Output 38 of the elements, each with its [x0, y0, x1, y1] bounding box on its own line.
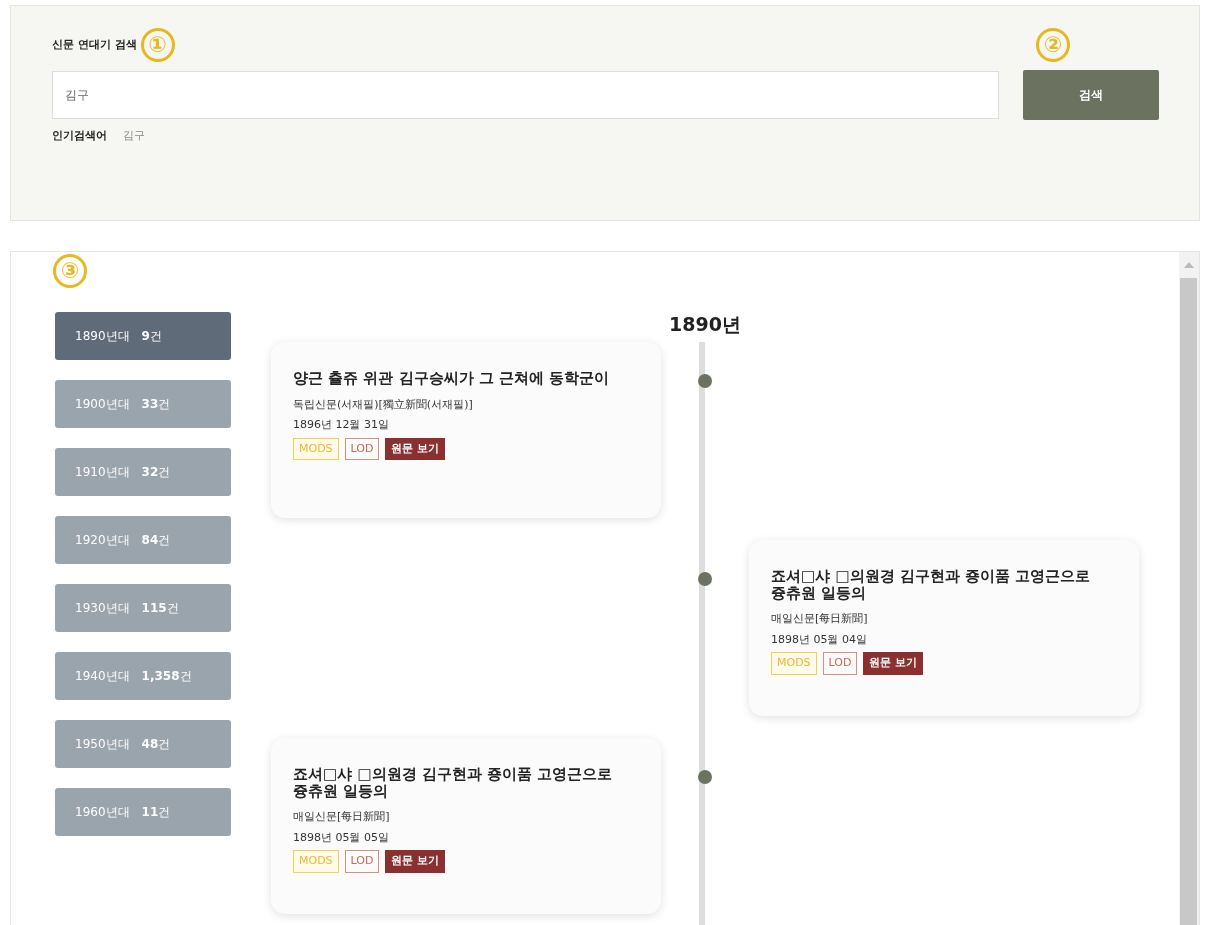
callout-number: ② — [1036, 28, 1070, 62]
article-title[interactable]: 죠셔□샤 □의원경 김구현과 죵이품 고영근으로 즁츄원 일등의 — [771, 568, 1117, 601]
decade-tab[interactable]: 1890년대 9건 — [55, 312, 231, 360]
decade-tab[interactable]: 1960년대 11건 — [55, 788, 231, 836]
timeline-dot — [698, 572, 712, 586]
article-title[interactable]: 죠셔□샤 □의원경 김구현과 죵이품 고영근으로 즁츄원 일등의 — [293, 766, 639, 799]
timeline-dot — [698, 374, 712, 388]
view-original-button[interactable]: 원문 보기 — [385, 437, 446, 460]
scrollbar-thumb[interactable] — [1180, 278, 1197, 925]
decade-tab[interactable]: 1910년대 32건 — [55, 448, 231, 496]
scroll-up-icon[interactable] — [1184, 262, 1194, 268]
search-button[interactable]: 검색 — [1023, 70, 1159, 120]
decade-tab[interactable]: 1930년대 115건 — [55, 584, 231, 632]
decade-tab[interactable]: 1920년대 84건 — [55, 516, 231, 564]
view-original-button[interactable]: 원문 보기 — [385, 850, 446, 873]
lod-link[interactable]: LOD — [822, 652, 858, 675]
newspaper-name: 매일신문[每日新聞] — [771, 611, 869, 627]
popular-label: 인기검색어 — [52, 128, 107, 144]
article-date: 1898년 05월 05일 — [293, 829, 390, 846]
article-title[interactable]: 양근 츌쥬 위관 김구승씨가 그 근쳐에 동학군이 — [293, 370, 639, 387]
timeline-dot — [698, 770, 712, 784]
search-field[interactable]: 김구 — [52, 71, 1000, 119]
decade-tab[interactable]: 1940년대 1,358건 — [55, 652, 231, 700]
newspaper-name: 독립신문(서재필)[獨立新聞(서재필)] — [293, 396, 474, 413]
lod-link[interactable]: LOD — [344, 437, 380, 460]
newspaper-name: 매일신문[每日新聞] — [293, 809, 391, 825]
callout-number: ③ — [53, 254, 87, 288]
view-original-button[interactable]: 원문 보기 — [863, 652, 924, 675]
decade-tab[interactable]: 1950년대 48건 — [55, 720, 231, 768]
year-heading: 1890년 — [668, 312, 742, 337]
decade-tab[interactable]: 1900년대 33건 — [55, 380, 231, 428]
article-date: 1898년 05월 04일 — [771, 631, 868, 648]
search-title: 신문 연대기 검색 — [52, 36, 137, 53]
popular-term-link[interactable]: 김구 — [123, 128, 145, 145]
scrollbar[interactable] — [1179, 252, 1199, 925]
callout-number: ① — [140, 28, 175, 62]
lod-link[interactable]: LOD — [344, 850, 380, 873]
article-date: 1896년 12월 31일 — [293, 417, 390, 433]
